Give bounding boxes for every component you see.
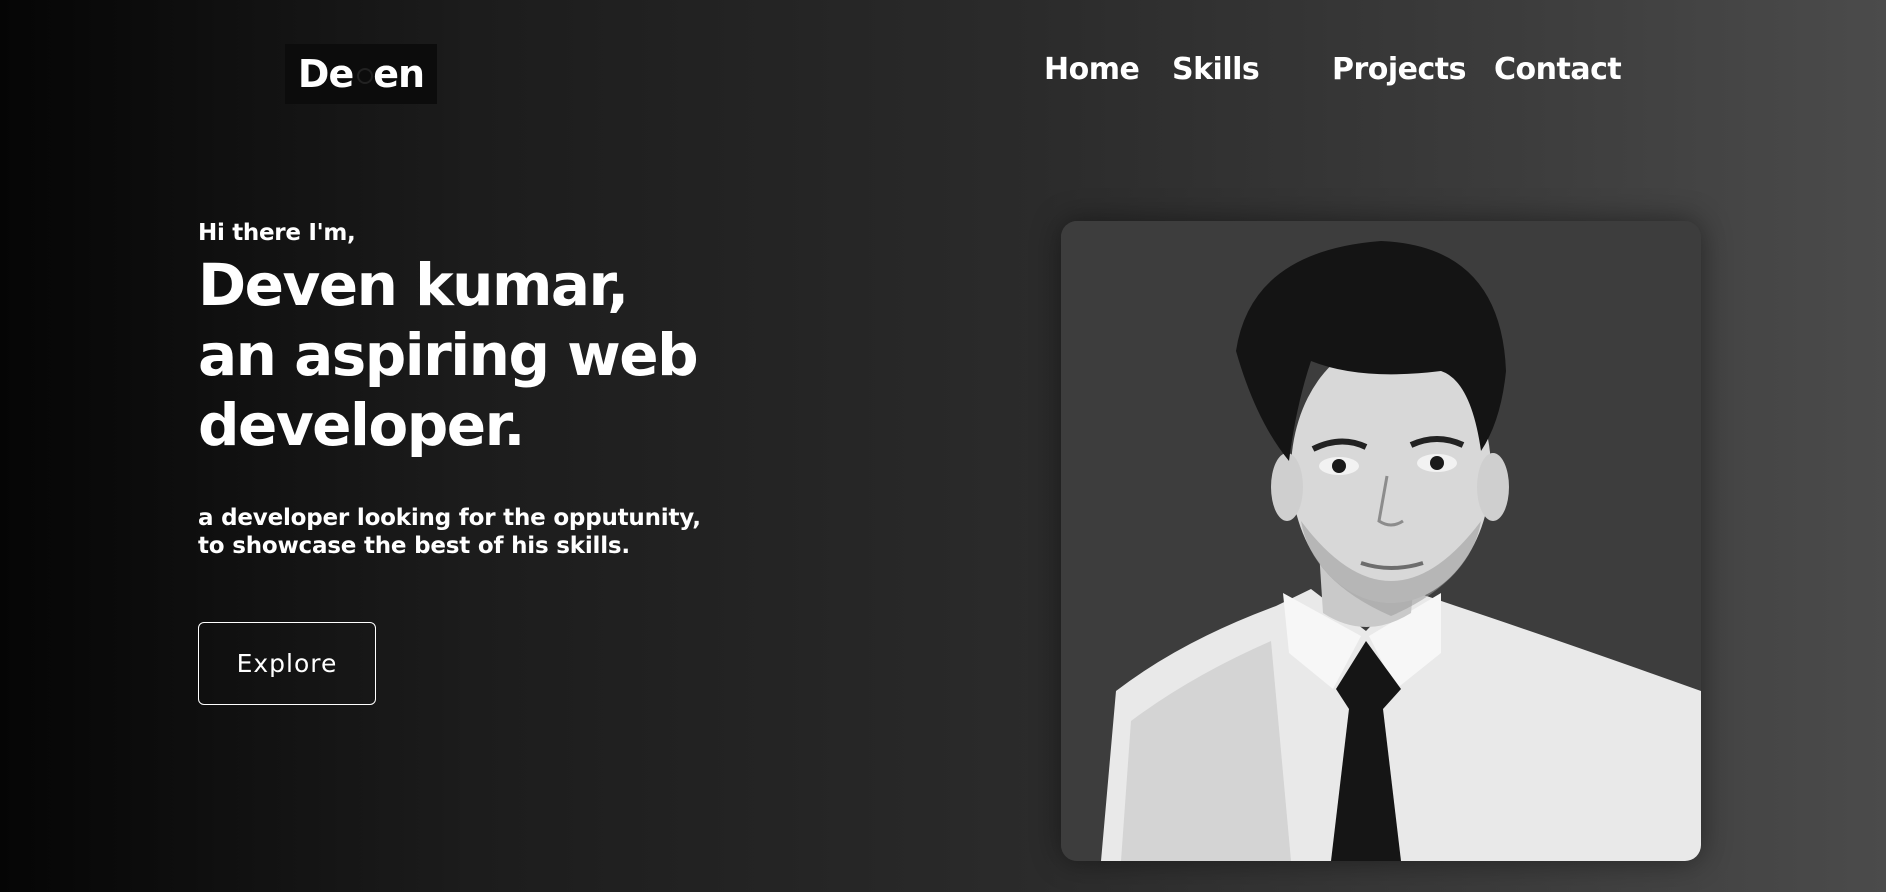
hero-headline: Deven kumar, an aspiring web developer. [198, 250, 701, 460]
profile-portrait-image [1061, 221, 1701, 861]
nav-link-skills[interactable]: Skills [1172, 52, 1260, 87]
logo-mark-icon [353, 54, 374, 94]
logo-text-suffix: en [373, 52, 425, 96]
site-logo[interactable]: De en [285, 44, 437, 104]
headline-line-3: developer. [198, 391, 525, 459]
logo-text-prefix: De [297, 52, 354, 96]
hero-intro: Hi there I'm, Deven kumar, an aspiring w… [198, 220, 701, 560]
nav-link-contact[interactable]: Contact [1494, 52, 1622, 87]
headline-line-1: Deven kumar, [198, 251, 629, 319]
tagline-line-2: to showcase the best of his skills. [198, 533, 630, 559]
profile-photo [1061, 221, 1701, 861]
explore-button[interactable]: Explore [198, 622, 376, 705]
headline-line-2: an aspiring web [198, 321, 699, 389]
nav-link-home[interactable]: Home [1044, 52, 1140, 87]
nav-link-projects[interactable]: Projects [1332, 52, 1467, 87]
hero-tagline: a developer looking for the opputunity, … [198, 504, 701, 560]
tagline-line-1: a developer looking for the opputunity, [198, 505, 701, 531]
hero-greeting: Hi there I'm, [198, 220, 356, 246]
